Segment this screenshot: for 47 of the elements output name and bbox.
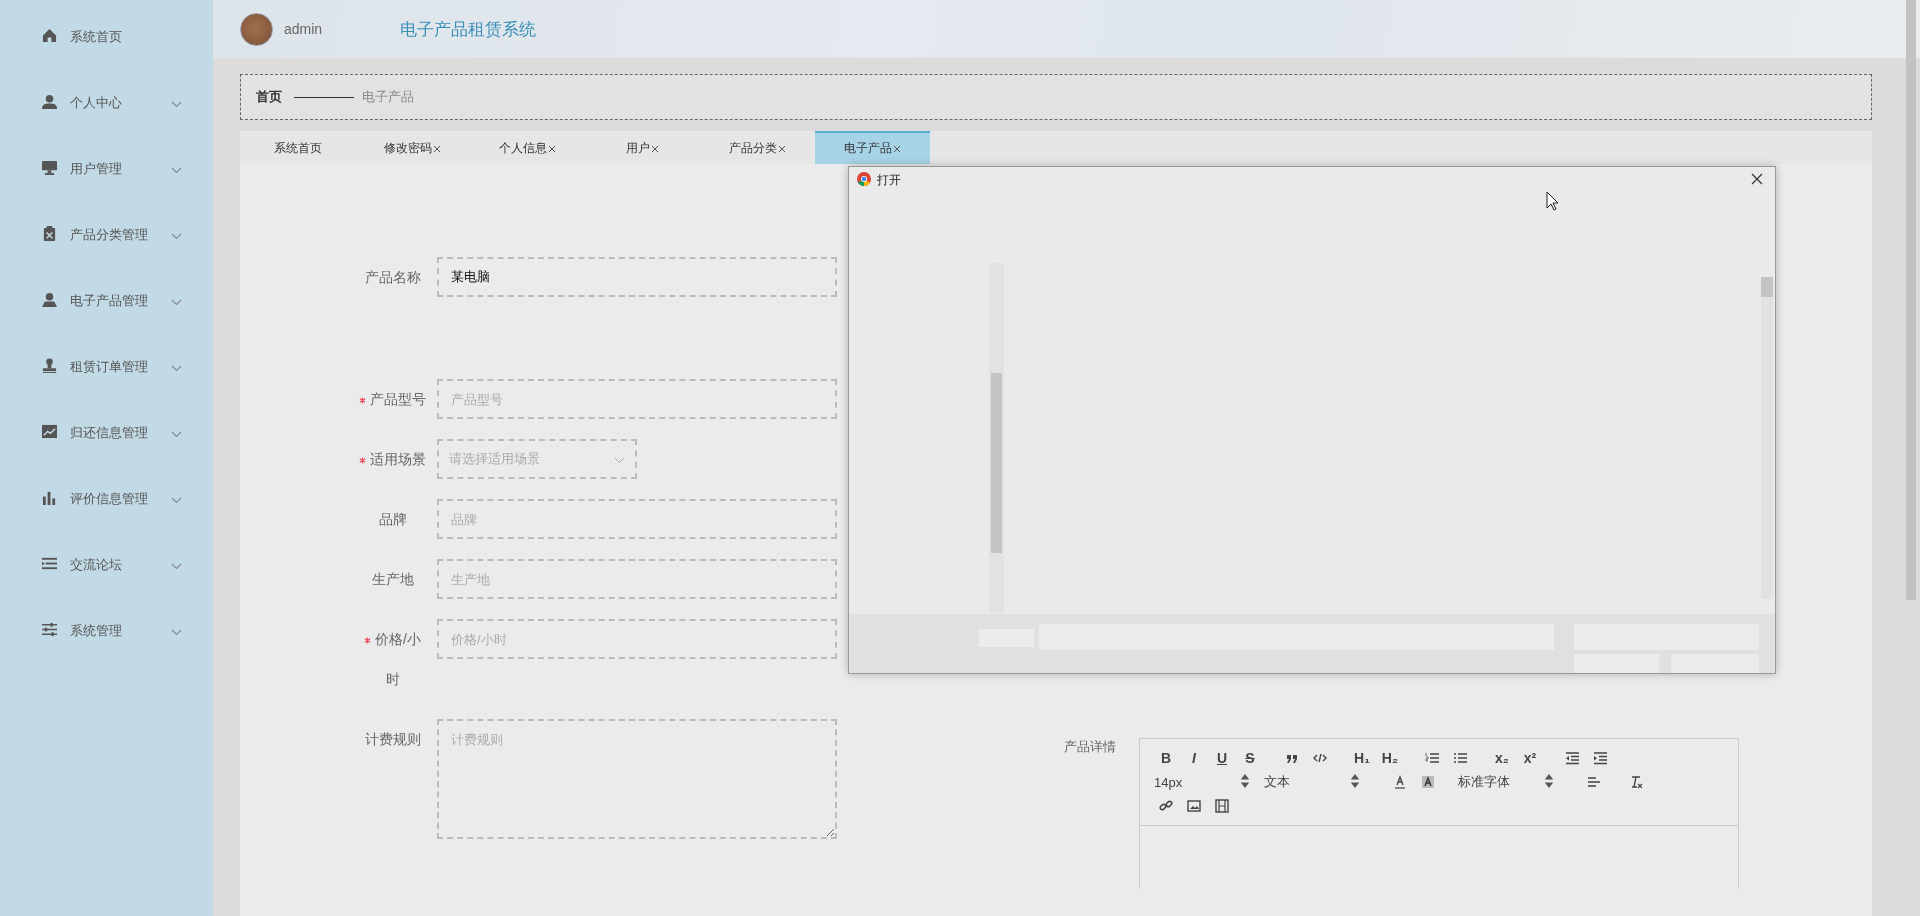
field-label: 生产地 bbox=[370, 570, 415, 589]
sidebar-item[interactable]: 个人中心 bbox=[0, 70, 213, 136]
input-field[interactable]: 某电脑 bbox=[437, 257, 837, 297]
text-area[interactable]: 计费规则 bbox=[437, 719, 837, 839]
sidebar-item[interactable]: 电子产品管理 bbox=[0, 268, 213, 334]
tab[interactable]: 电子产品 bbox=[815, 131, 930, 164]
format-button[interactable]: H₁ bbox=[1348, 747, 1376, 769]
sidebar-item[interactable]: 系统管理 bbox=[0, 598, 213, 664]
tab[interactable]: 个人信息 bbox=[470, 131, 585, 164]
format-button[interactable]: x² bbox=[1516, 747, 1544, 769]
field-label: 价格/小时 bbox=[358, 619, 427, 699]
tab[interactable]: 系统首页 bbox=[240, 131, 355, 164]
app-title: 电子产品租赁系统 bbox=[400, 18, 537, 41]
username: admin bbox=[284, 21, 323, 37]
breadcrumb-item: 电子产品 bbox=[362, 88, 414, 106]
dropdown-picker[interactable]: 文本 bbox=[1262, 771, 1372, 793]
sidebar-item[interactable]: 租赁订单管理 bbox=[0, 334, 213, 400]
format-button[interactable]: U bbox=[1208, 747, 1236, 769]
field-label: 适用场景 bbox=[358, 439, 427, 479]
sidebar-item[interactable]: 系统首页 bbox=[0, 4, 213, 70]
format-button[interactable]: H₂ bbox=[1376, 747, 1404, 769]
field-label: 产品详情 bbox=[1064, 738, 1117, 756]
sidebar-item[interactable]: 归还信息管理 bbox=[0, 400, 213, 466]
tab[interactable]: 产品分类 bbox=[700, 131, 815, 164]
sidebar-item[interactable]: 交流论坛 bbox=[0, 532, 213, 598]
dropdown-picker[interactable]: 14px bbox=[1152, 771, 1262, 793]
input-field[interactable]: 品牌 bbox=[437, 499, 837, 539]
sidebar-item[interactable]: 评价信息管理 bbox=[0, 466, 213, 532]
format-button[interactable]: S bbox=[1236, 747, 1264, 769]
input-field[interactable]: 价格/小时 bbox=[437, 619, 837, 659]
field-label: 产品型号 bbox=[358, 379, 427, 419]
field-label: 产品名称 bbox=[363, 268, 422, 287]
input-field[interactable]: 生产地 bbox=[437, 559, 837, 599]
tab[interactable]: 修改密码 bbox=[355, 131, 470, 164]
sidebar-item[interactable]: 用户管理 bbox=[0, 136, 213, 202]
format-button[interactable]: x₂ bbox=[1488, 747, 1516, 769]
format-button[interactable]: B bbox=[1152, 747, 1180, 769]
dropdown-picker[interactable]: 标准字体 bbox=[1456, 771, 1566, 793]
dialog-title: 打开 bbox=[877, 171, 901, 189]
format-button[interactable]: I bbox=[1180, 747, 1208, 769]
rich-text-editor[interactable]: B I U S H₁ H₂ x₂ x² 14px 文本 标准字体 bbox=[1139, 738, 1739, 889]
field-label: 品牌 bbox=[377, 510, 408, 529]
input-field[interactable]: 产品型号 bbox=[437, 379, 837, 419]
field-label: 计费规则 bbox=[363, 730, 422, 749]
breadcrumb-item[interactable]: 首页 bbox=[256, 88, 282, 106]
sidebar-item[interactable]: 产品分类管理 bbox=[0, 202, 213, 268]
tab[interactable]: 用户 bbox=[585, 131, 700, 164]
